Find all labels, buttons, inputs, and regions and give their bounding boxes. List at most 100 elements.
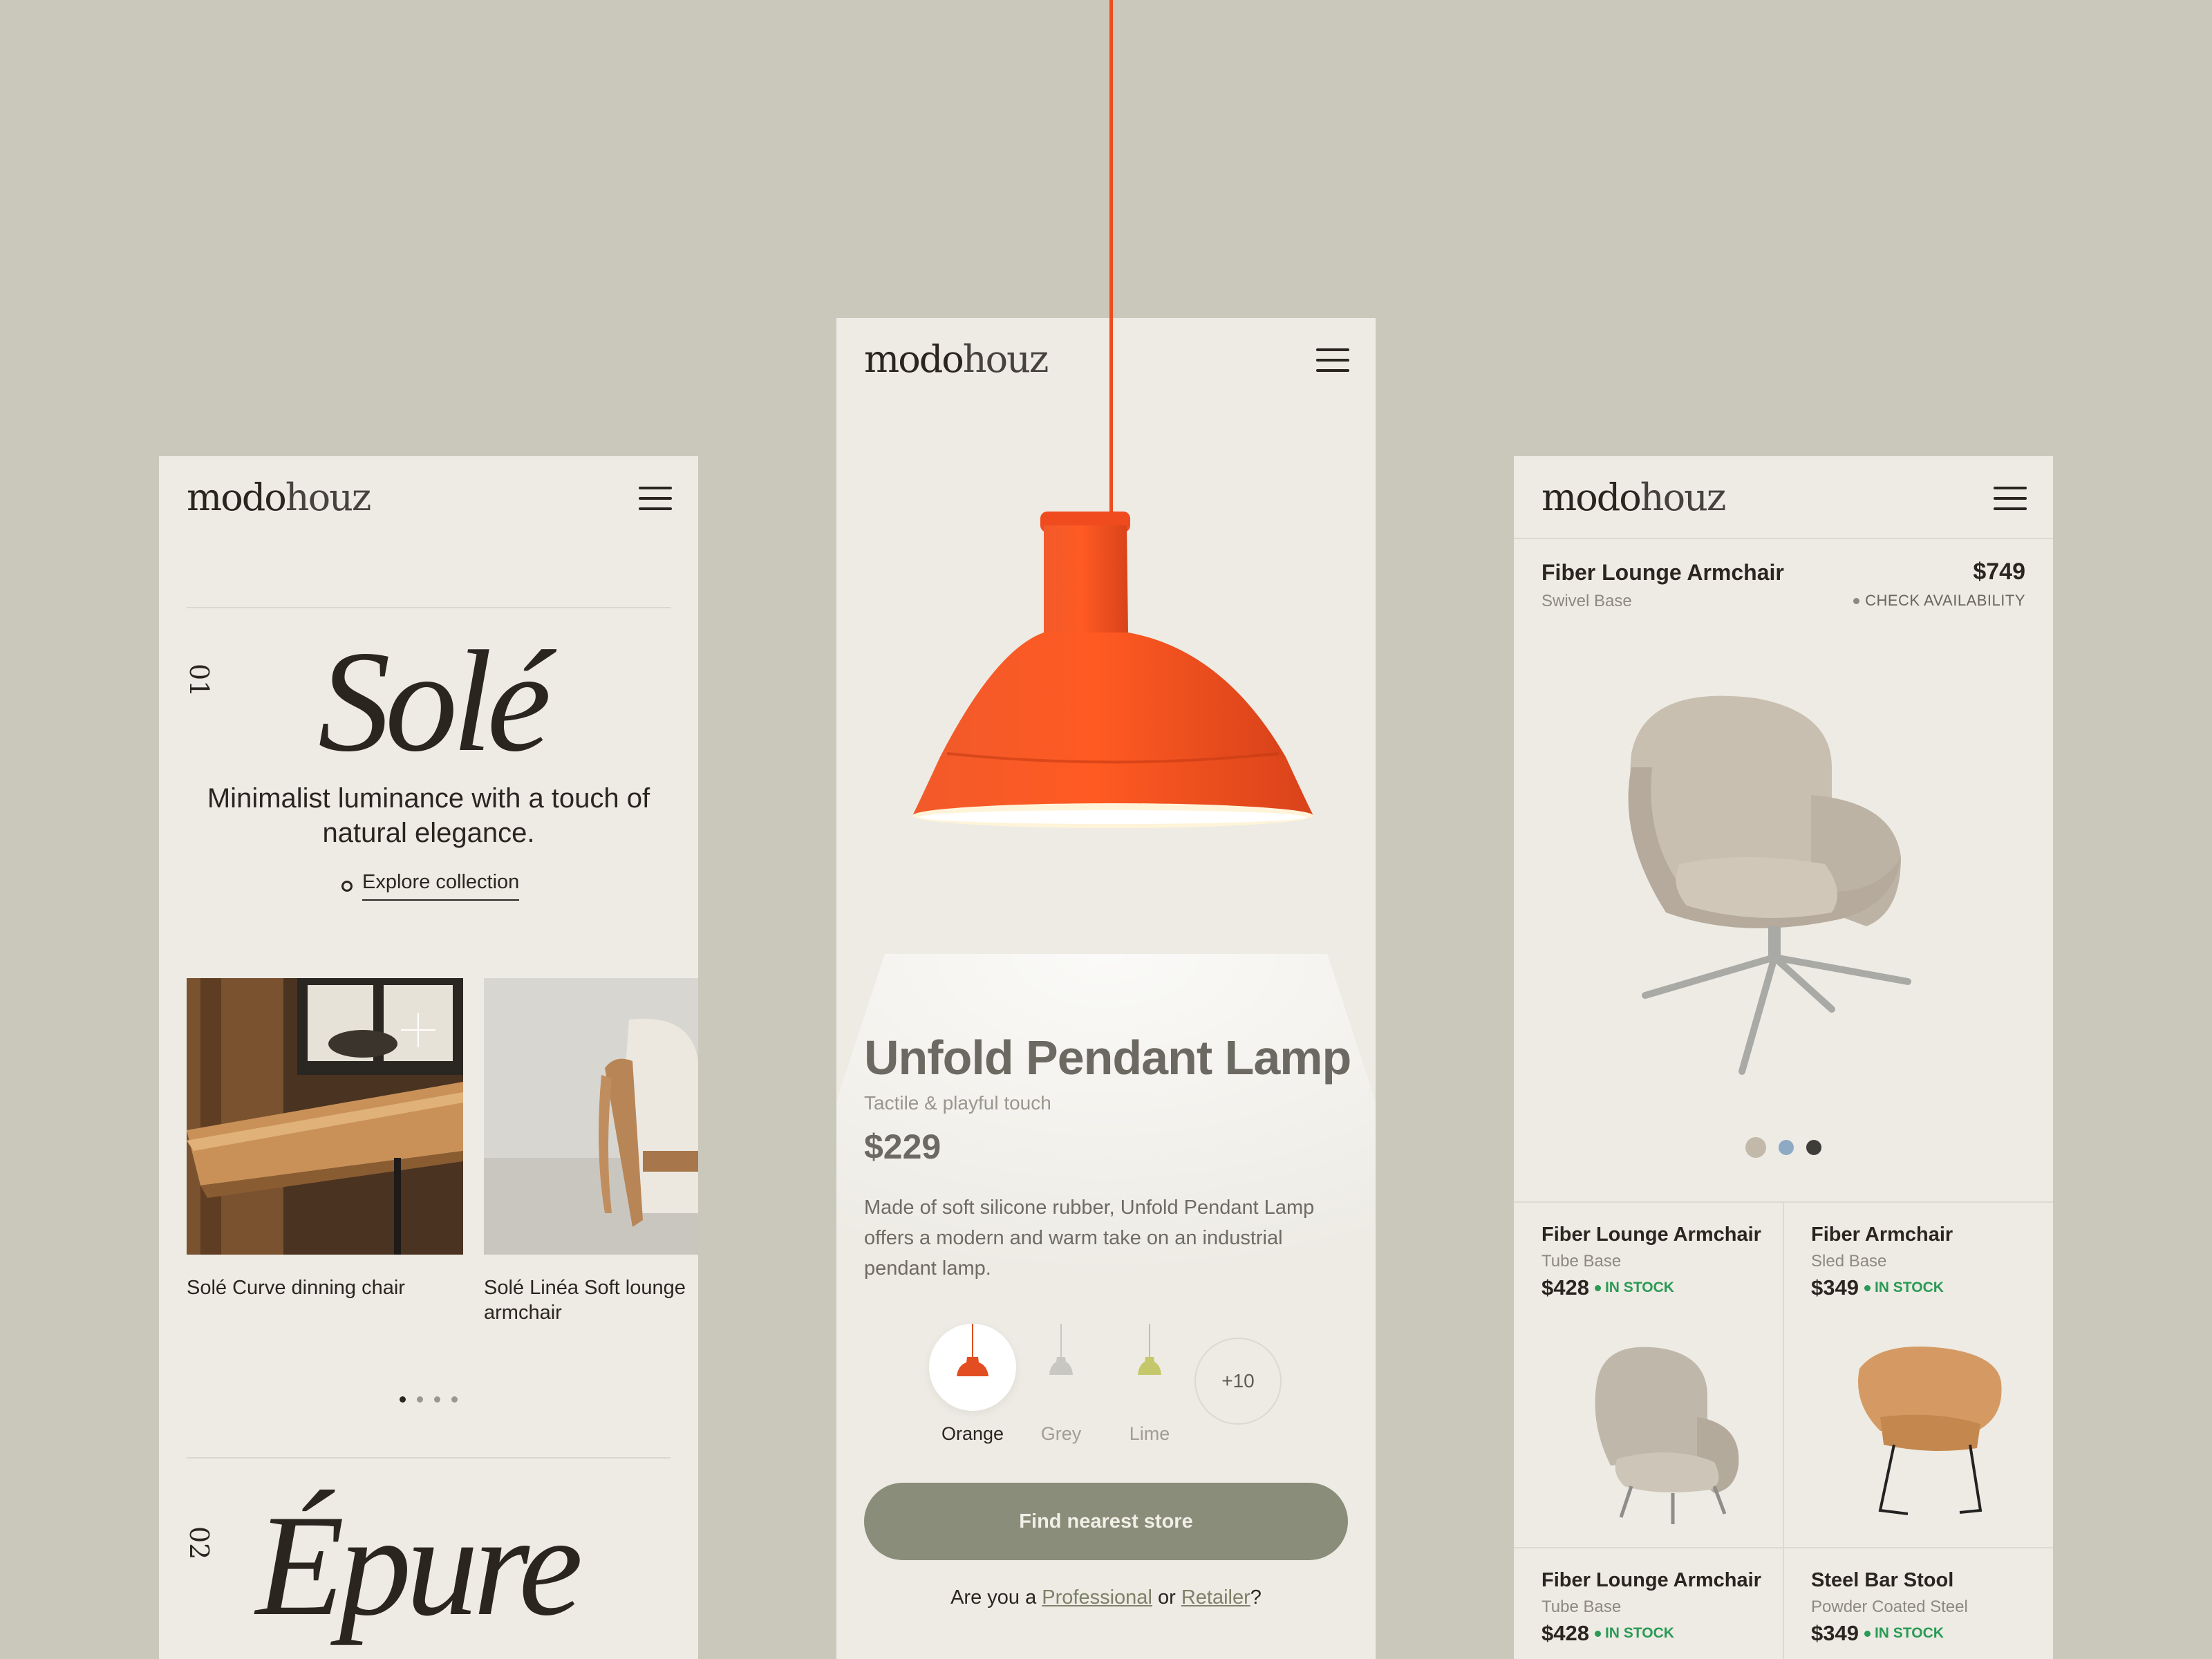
dot-icon xyxy=(1864,1284,1871,1291)
card-image-armchair[interactable] xyxy=(484,978,698,1255)
stock-status: IN STOCK xyxy=(1594,1280,1674,1296)
pendant-lamp-image xyxy=(912,512,1313,828)
stock-label: IN STOCK xyxy=(1604,1625,1674,1641)
product-price: $428 xyxy=(1541,1621,1589,1645)
circle-icon xyxy=(341,880,353,892)
stock-label: IN STOCK xyxy=(1874,1280,1944,1295)
logo-light: houz xyxy=(962,337,1049,381)
product-base: Tube Base xyxy=(1541,1252,1622,1271)
card-caption[interactable]: Solé Curve dinning chair xyxy=(187,1275,408,1300)
lounge-armchair-image[interactable] xyxy=(1576,1341,1756,1528)
swatch-label: Grey xyxy=(1040,1423,1082,1444)
hamburger-menu-icon[interactable] xyxy=(1316,348,1349,372)
logo-bold: modo xyxy=(187,476,287,519)
logo-light: houz xyxy=(285,476,372,519)
card-image-table[interactable] xyxy=(187,978,463,1255)
logo-bold: modo xyxy=(1541,476,1642,519)
lamp-cord xyxy=(1109,0,1113,525)
product-card[interactable]: Fiber Lounge Armchair Tube Base $428 IN S… xyxy=(1541,1569,1811,1646)
color-options[interactable] xyxy=(1514,1137,2053,1158)
color-option[interactable] xyxy=(1779,1140,1794,1155)
check-availability-link[interactable]: CHECK AVAILABILITY xyxy=(1853,592,2025,610)
product-title: Unfold Pendant Lamp xyxy=(864,1031,1351,1085)
collection-tagline: Minimalist luminance with a touch of nat… xyxy=(207,783,650,848)
color-option[interactable] xyxy=(1806,1140,1821,1155)
divider xyxy=(1514,1547,2053,1548)
product-name: Fiber Armchair xyxy=(1811,1224,1953,1246)
product-price: $428 xyxy=(1541,1275,1589,1300)
collection-title-epure[interactable]: Épure xyxy=(256,1493,583,1638)
more-colors-button[interactable]: +10 xyxy=(1194,1338,1282,1425)
product-base: Tube Base xyxy=(1541,1597,1622,1616)
carousel-dot[interactable] xyxy=(451,1396,458,1403)
swatch-lamp-icon xyxy=(1018,1324,1105,1411)
explore-label: Explore collection xyxy=(362,871,520,901)
product-price: $349 xyxy=(1811,1275,1859,1300)
featured-product-name[interactable]: Fiber Lounge Armchair xyxy=(1541,560,1784,585)
product-name: Fiber Lounge Armchair xyxy=(1541,1224,1761,1246)
product-card[interactable]: Fiber Lounge Armchair Tube Base $428 IN S… xyxy=(1541,1224,1811,1300)
stock-label: IN STOCK xyxy=(1874,1625,1944,1641)
explore-collection-link[interactable]: Explore collection xyxy=(341,871,520,901)
center-screen: modohouz Unfold Pendant Lamp Tactile & p… xyxy=(836,318,1376,1659)
product-price: $349 xyxy=(1811,1621,1859,1645)
professional-link[interactable]: Professional xyxy=(1042,1586,1152,1609)
product-card[interactable]: Steel Bar Stool Powder Coated Steel $349… xyxy=(1811,1569,2053,1646)
left-screen: modohouz 01 Solé Minimalist luminance wi… xyxy=(159,456,698,1659)
brand-logo[interactable]: modohouz xyxy=(864,337,1049,381)
retailer-link[interactable]: Retailer xyxy=(1181,1586,1250,1609)
product-name: Fiber Lounge Armchair xyxy=(1541,1569,1761,1591)
logo-bold: modo xyxy=(864,337,964,381)
pro-suffix: ? xyxy=(1250,1586,1262,1609)
pro-or: or xyxy=(1157,1586,1176,1609)
featured-armchair-image[interactable] xyxy=(1604,684,1963,1085)
hamburger-menu-icon[interactable] xyxy=(1994,487,2027,510)
swatch-lamp-icon xyxy=(929,1324,1016,1411)
collection-title-sole[interactable]: Solé xyxy=(318,629,552,774)
swatch-label: Orange xyxy=(941,1423,1004,1444)
product-base: Powder Coated Steel xyxy=(1811,1597,1968,1616)
dot-icon xyxy=(1594,1284,1601,1291)
divider xyxy=(187,1457,671,1459)
product-description: Made of soft silicone rubber, Unfold Pen… xyxy=(864,1197,1315,1280)
professional-prompt: Are you a Professional or Retailer? xyxy=(836,1586,1376,1609)
featured-product-price: $749 xyxy=(1973,559,2025,585)
divider xyxy=(1514,538,2053,539)
find-nearest-store-button[interactable]: Find nearest store xyxy=(864,1483,1348,1560)
swatch-orange[interactable]: Orange xyxy=(928,1324,1018,1445)
swatch-grey[interactable]: Grey xyxy=(1016,1324,1106,1445)
brand-logo[interactable]: modohouz xyxy=(1541,476,1727,519)
divider xyxy=(187,607,671,608)
logo-light: houz xyxy=(1640,476,1727,519)
featured-product-base: Swivel Base xyxy=(1541,592,1632,610)
stock-status: IN STOCK xyxy=(1864,1280,1944,1296)
carousel-dot[interactable] xyxy=(400,1396,406,1403)
brand-logo[interactable]: modohouz xyxy=(187,476,372,519)
carousel-dot[interactable] xyxy=(434,1396,440,1403)
dot-icon xyxy=(1594,1630,1601,1637)
product-base: Sled Base xyxy=(1811,1252,1887,1271)
swatch-label: Lime xyxy=(1129,1423,1170,1444)
carousel-dots[interactable] xyxy=(159,1396,698,1403)
dot-icon xyxy=(1853,597,1860,604)
section-number: 01 xyxy=(184,664,214,697)
color-option[interactable] xyxy=(1745,1137,1766,1158)
stock-status: IN STOCK xyxy=(1864,1625,1944,1642)
hamburger-menu-icon[interactable] xyxy=(639,487,672,510)
swatch-lamp-icon xyxy=(1106,1324,1193,1411)
right-screen: modohouz Fiber Lounge Armchair $749 Swiv… xyxy=(1514,456,2053,1659)
fiber-armchair-image[interactable] xyxy=(1839,1341,2018,1528)
swatch-lime[interactable]: Lime xyxy=(1105,1324,1194,1445)
product-card[interactable]: Fiber Armchair Sled Base $349 IN STOCK xyxy=(1811,1224,2053,1300)
carousel-dot[interactable] xyxy=(417,1396,423,1403)
section-number: 02 xyxy=(184,1526,214,1560)
product-name: Steel Bar Stool xyxy=(1811,1569,1954,1591)
product-subtitle: Tactile & playful touch xyxy=(864,1092,1051,1114)
dot-icon xyxy=(1864,1630,1871,1637)
availability-label: CHECK AVAILABILITY xyxy=(1865,592,2025,609)
card-caption[interactable]: Solé Linéa Soft lounge armchair xyxy=(484,1275,698,1325)
stock-status: IN STOCK xyxy=(1594,1625,1674,1642)
pro-prefix: Are you a xyxy=(950,1586,1037,1609)
stock-label: IN STOCK xyxy=(1604,1280,1674,1295)
product-price: $229 xyxy=(864,1127,941,1166)
